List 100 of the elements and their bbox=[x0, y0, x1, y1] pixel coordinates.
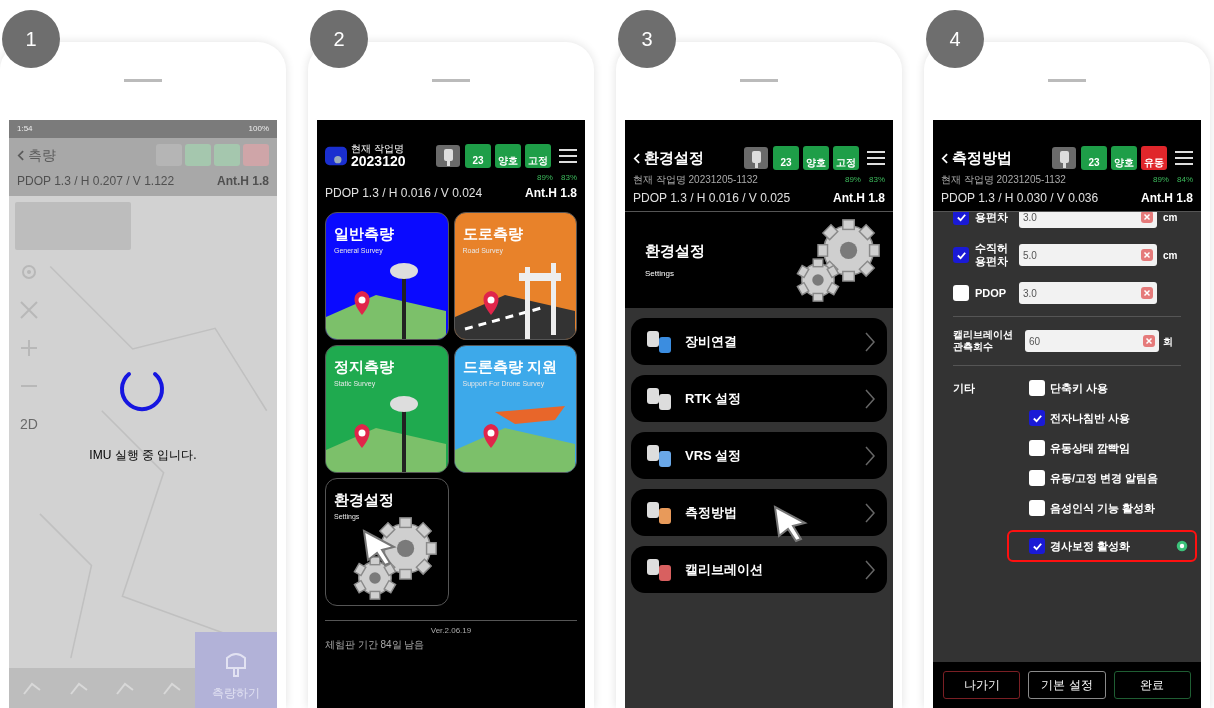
signal-reading: 89% bbox=[844, 173, 861, 186]
banner-title: 환경설정 bbox=[645, 240, 705, 261]
battery-reading: 83% bbox=[869, 173, 885, 186]
antenna-height: Ant.H 1.8 bbox=[1141, 190, 1193, 207]
step-number: 4 bbox=[926, 10, 984, 68]
clear-icon[interactable] bbox=[1143, 335, 1155, 347]
loading-message: IMU 실행 중 입니다. bbox=[88, 447, 198, 464]
menu-icon[interactable] bbox=[1175, 151, 1193, 165]
option-label: 유동상태 깜빡임 bbox=[1050, 441, 1131, 455]
receiver-icon bbox=[435, 145, 461, 167]
status-badge bbox=[214, 144, 240, 166]
option-label: 음성인식 기능 활성화 bbox=[1050, 501, 1156, 515]
field-label: 용편차 bbox=[975, 212, 1009, 224]
banner-subtitle: Settings bbox=[645, 268, 675, 281]
field-label: PDOP bbox=[975, 286, 1008, 300]
antenna-height: Ant.H 1.8 bbox=[217, 173, 269, 190]
signal-reading: 89% bbox=[536, 172, 553, 184]
checkbox[interactable] bbox=[1029, 500, 1045, 516]
clear-icon[interactable] bbox=[1141, 249, 1153, 261]
unit-label: cm bbox=[1163, 248, 1179, 263]
chevron-right-icon bbox=[865, 445, 875, 466]
menu-icon[interactable] bbox=[867, 151, 885, 165]
settings-menu-item[interactable]: 장비연결 bbox=[631, 318, 887, 365]
status-badge: 고정 bbox=[833, 146, 859, 170]
menu-item-icon bbox=[645, 442, 673, 469]
clear-icon[interactable] bbox=[1141, 212, 1153, 223]
field-label: 캘리브레이션 관측회수 bbox=[953, 329, 1014, 353]
antenna-height: Ant.H 1.8 bbox=[833, 190, 885, 207]
status-badge: 양호 bbox=[1111, 146, 1137, 170]
field-label: 수직허용편차 bbox=[975, 242, 1009, 268]
step-number: 2 bbox=[310, 10, 368, 68]
status-badge: 양호 bbox=[495, 144, 521, 168]
checkmark-icon bbox=[1031, 540, 1043, 552]
checkmark-icon bbox=[955, 212, 967, 223]
precision-reading: PDOP 1.3 / H 0.030 / V 0.036 bbox=[941, 190, 1099, 207]
option-label: 단축키 사용 bbox=[1050, 381, 1109, 395]
job-name: 현재 작업명 20231205-1132 bbox=[633, 173, 758, 187]
status-badge: 23 bbox=[1081, 146, 1107, 170]
checkmark-icon bbox=[955, 249, 967, 261]
checkbox[interactable] bbox=[953, 247, 969, 263]
menu-item-icon bbox=[645, 499, 673, 526]
settings-menu-item[interactable]: RTK 설정 bbox=[631, 375, 887, 422]
settings-menu-item[interactable]: 캘리브레이션 bbox=[631, 546, 887, 593]
precision-reading: PDOP 1.3 / H 0.016 / V 0.024 bbox=[325, 185, 483, 202]
unit-label: cm bbox=[1163, 212, 1179, 225]
footer-button[interactable]: 나가기 bbox=[943, 671, 1021, 699]
status-badge: 23 bbox=[773, 146, 799, 170]
screen-title: 환경설정 bbox=[644, 147, 704, 168]
footer-button[interactable]: 기본 설정 bbox=[1028, 671, 1106, 699]
job-label: 현재 작업명 bbox=[351, 144, 405, 154]
menu-item-icon bbox=[645, 556, 673, 583]
trial-period-label: 체험판 기간 84일 남음 bbox=[325, 638, 426, 652]
checkbox[interactable] bbox=[1029, 410, 1045, 426]
screen-title: 측정방법 bbox=[952, 147, 1012, 168]
battery-reading: 100% bbox=[248, 123, 269, 135]
status-badge bbox=[185, 144, 211, 166]
version-label: Ver.2.06.19 bbox=[429, 625, 473, 637]
status-badge: 양호 bbox=[803, 146, 829, 170]
checkbox[interactable] bbox=[1029, 380, 1045, 396]
menu-item-icon bbox=[645, 328, 673, 355]
chevron-right-icon bbox=[865, 559, 875, 580]
clear-icon[interactable] bbox=[1141, 287, 1153, 299]
checkbox[interactable] bbox=[1029, 538, 1045, 554]
job-name: 현재 작업명 20231205-1132 bbox=[941, 173, 1066, 187]
checkbox[interactable] bbox=[953, 285, 969, 301]
menu-item-icon bbox=[645, 385, 673, 412]
checkbox[interactable] bbox=[953, 212, 969, 225]
input-field[interactable]: 5.0 bbox=[1019, 244, 1157, 266]
receiver-icon bbox=[224, 650, 248, 678]
checkmark-icon bbox=[1031, 412, 1043, 424]
checkbox[interactable] bbox=[1029, 470, 1045, 486]
map-mode-toggle[interactable]: 2D bbox=[20, 414, 38, 435]
option-label: 경사보정 활성화 bbox=[1050, 539, 1131, 553]
footer-button[interactable]: 완료 bbox=[1113, 671, 1191, 699]
receiver-icon bbox=[743, 147, 769, 169]
step-number: 1 bbox=[2, 10, 60, 68]
antenna-height: Ant.H 1.8 bbox=[525, 185, 577, 202]
status-badge bbox=[243, 144, 269, 166]
settings-icon[interactable] bbox=[1175, 539, 1189, 553]
input-field[interactable]: 3.0 bbox=[1019, 282, 1157, 304]
precision-reading: PDOP 1.3 / H 0.207 / V 1.122 bbox=[17, 173, 175, 190]
receiver-icon bbox=[1051, 147, 1077, 169]
app-logo bbox=[325, 145, 347, 167]
chevron-right-icon bbox=[865, 502, 875, 523]
option-label: 유동/고정 변경 알림음 bbox=[1050, 471, 1159, 485]
checkbox[interactable] bbox=[1029, 440, 1045, 456]
step-number: 3 bbox=[618, 10, 676, 68]
settings-menu-item[interactable]: VRS 설정 bbox=[631, 432, 887, 479]
precision-reading: PDOP 1.3 / H 0.016 / V 0.025 bbox=[633, 190, 791, 207]
status-badge: 23 bbox=[465, 144, 491, 168]
clock-time: 1:54 bbox=[17, 123, 33, 135]
option-label: 전자나침반 사용 bbox=[1050, 411, 1131, 425]
unit-label: 회 bbox=[1163, 334, 1174, 349]
status-badge: 유동 bbox=[1141, 146, 1167, 170]
chevron-right-icon bbox=[865, 331, 875, 352]
input-field[interactable]: 60 bbox=[1025, 330, 1159, 352]
screen-title: 측량 bbox=[28, 145, 56, 165]
input-field[interactable]: 3.0 bbox=[1019, 212, 1157, 228]
menu-icon[interactable] bbox=[559, 149, 577, 163]
signal-reading: 89% bbox=[1152, 173, 1169, 186]
